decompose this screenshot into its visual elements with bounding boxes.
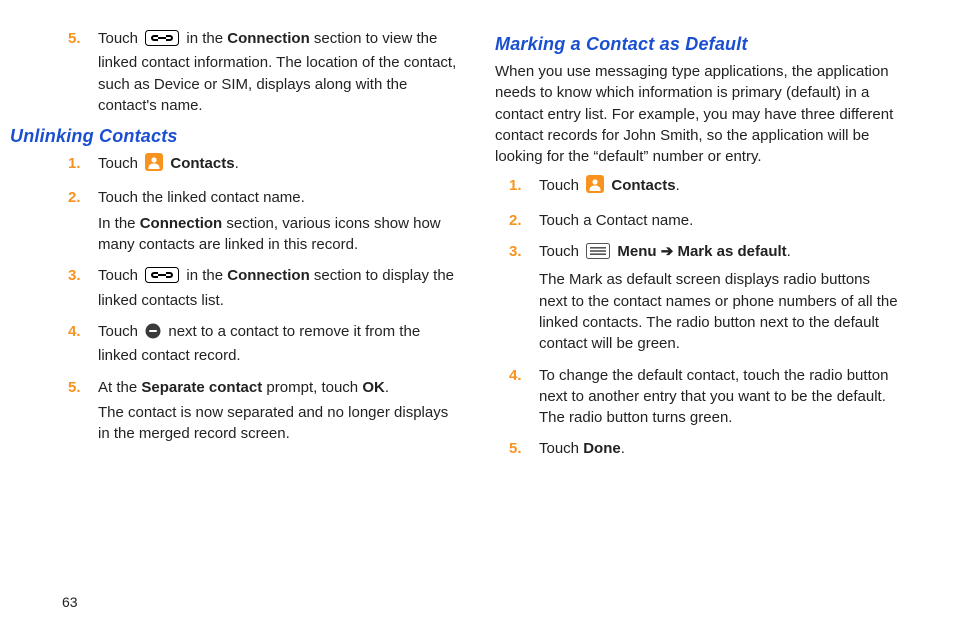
right-column: Marking a Contact as Default When you us… bbox=[477, 28, 918, 618]
sub-text: The Mark as default screen displays radi… bbox=[539, 269, 900, 354]
text: . bbox=[235, 155, 239, 172]
sub-text: The contact is now separated and no long… bbox=[98, 402, 459, 445]
contacts-icon bbox=[145, 153, 163, 177]
page-number: 63 bbox=[62, 594, 78, 610]
text: At the bbox=[98, 379, 141, 396]
section-heading-unlinking: Unlinking Contacts bbox=[10, 126, 459, 147]
text: To change the default contact, touch the… bbox=[539, 367, 888, 427]
step-5: At the Separate contact prompt, touch OK… bbox=[54, 377, 459, 445]
sub-text: In the Connection section, various icons… bbox=[98, 213, 459, 256]
bold-text: Menu bbox=[617, 243, 656, 260]
bold-text: Contacts bbox=[170, 155, 234, 172]
step-4: To change the default contact, touch the… bbox=[495, 365, 900, 429]
manual-page: Touch in the Connection section to view … bbox=[0, 0, 954, 636]
text: Touch bbox=[539, 243, 583, 260]
text: . bbox=[676, 177, 680, 194]
contacts-icon bbox=[586, 175, 604, 199]
default-steps-list: Touch Contacts. Touch a Contact name. To… bbox=[495, 175, 900, 459]
bold-text: Done bbox=[583, 440, 621, 457]
left-column: Touch in the Connection section to view … bbox=[36, 28, 477, 618]
text: prompt, touch bbox=[266, 379, 362, 396]
bold-text: Connection bbox=[140, 215, 223, 232]
step-1: Touch Contacts. bbox=[495, 175, 900, 199]
bold-text: Contacts bbox=[611, 177, 675, 194]
bold-text: Connection bbox=[227, 267, 310, 284]
step-4: Touch next to a contact to remove it fro… bbox=[54, 321, 459, 367]
text: Touch bbox=[539, 440, 583, 457]
intro-paragraph: When you use messaging type applications… bbox=[495, 61, 900, 167]
step-3: Touch in the Connection section to displ… bbox=[54, 265, 459, 311]
text: in the bbox=[186, 267, 227, 284]
text: Touch bbox=[539, 177, 583, 194]
bold-text: OK bbox=[362, 379, 385, 396]
step-5-prior: Touch in the Connection section to view … bbox=[54, 28, 459, 116]
continued-steps-list: Touch in the Connection section to view … bbox=[54, 28, 459, 116]
arrow-icon: ➔ bbox=[657, 243, 678, 260]
bold-text: Mark as default bbox=[677, 243, 786, 260]
step-2: Touch the linked contact name. In the Co… bbox=[54, 187, 459, 255]
text: . bbox=[621, 440, 625, 457]
text: . bbox=[787, 243, 791, 260]
bold-text: Separate contact bbox=[141, 379, 262, 396]
step-3: Touch Menu ➔ Mark as default. The Mark a… bbox=[495, 241, 900, 354]
remove-circle-icon bbox=[145, 323, 161, 345]
step-2: Touch a Contact name. bbox=[495, 210, 900, 231]
menu-icon bbox=[586, 243, 610, 265]
link-icon bbox=[145, 267, 179, 289]
text: Touch bbox=[98, 30, 142, 47]
text: Touch bbox=[98, 155, 142, 172]
section-heading-default: Marking a Contact as Default bbox=[495, 34, 900, 55]
unlinking-steps-list: Touch Contacts. Touch the linked contact… bbox=[54, 153, 459, 444]
text: In the bbox=[98, 215, 140, 232]
step-1: Touch Contacts. bbox=[54, 153, 459, 177]
link-icon bbox=[145, 30, 179, 52]
text: in the bbox=[186, 30, 227, 47]
text: Touch the linked contact name. bbox=[98, 189, 305, 206]
text: . bbox=[385, 379, 389, 396]
bold-text: Connection bbox=[227, 30, 310, 47]
text: Touch a Contact name. bbox=[539, 212, 693, 229]
step-5: Touch Done. bbox=[495, 438, 900, 459]
text: Touch bbox=[98, 323, 142, 340]
text: Touch bbox=[98, 267, 142, 284]
